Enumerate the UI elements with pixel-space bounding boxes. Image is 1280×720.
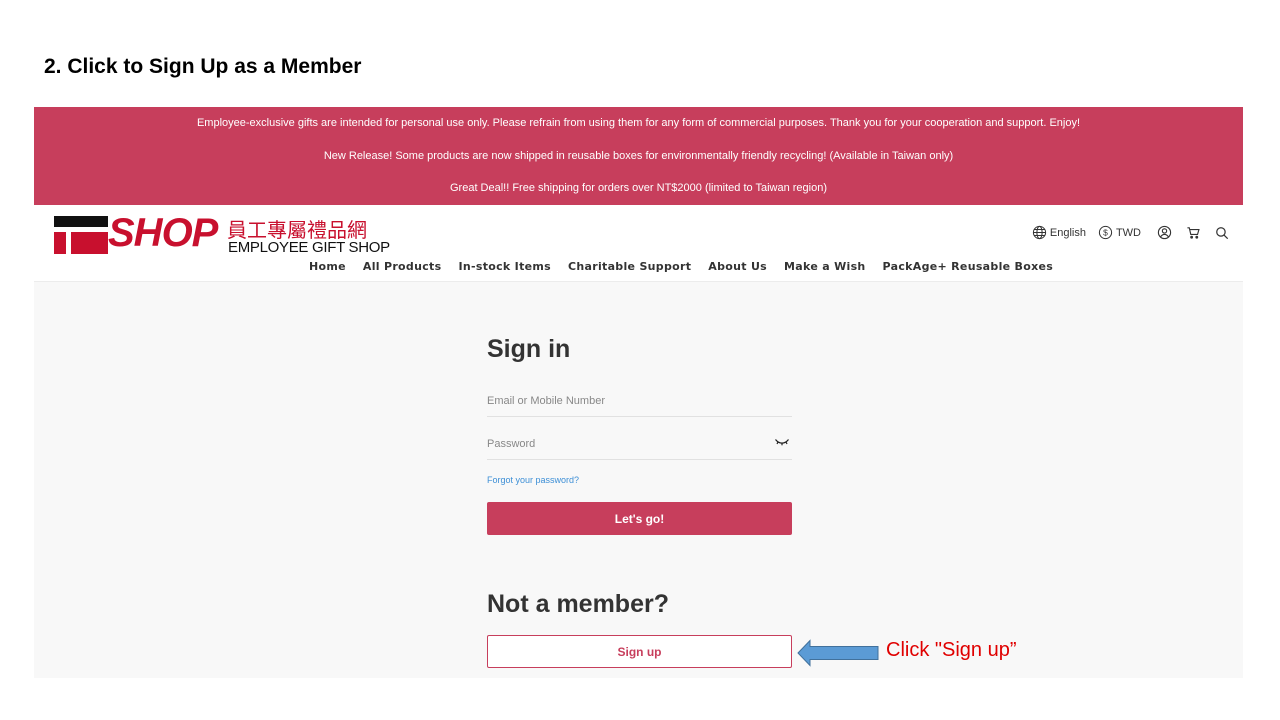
forgot-password-link[interactable]: Forgot your password?: [487, 475, 579, 485]
nav-item-package-reusable-boxes[interactable]: PackAge+ Reusable Boxes: [883, 260, 1054, 273]
language-label: English: [1049, 226, 1086, 239]
logo-shop-text: SHOP: [108, 211, 218, 255]
nav-item-in-stock-items[interactable]: In-stock Items: [458, 260, 551, 273]
main-nav: Home All Products In-stock Items Charita…: [309, 260, 1053, 273]
site-logo[interactable]: SHOP 員工專屬禮品網 EMPLOYEE GIFT SHOP: [54, 211, 390, 259]
user-icon[interactable]: [1157, 225, 1172, 240]
callout-arrow-icon: [797, 639, 879, 667]
not-member-heading: Not a member?: [487, 590, 669, 618]
announcement-line: Great Deal!! Free shipping for orders ov…: [449, 182, 828, 194]
search-icon[interactable]: [1215, 226, 1229, 240]
logo-mark: [54, 216, 108, 256]
nav-item-all-products[interactable]: All Products: [363, 260, 442, 273]
dollar-icon: $: [1098, 225, 1113, 240]
signin-heading: Sign in: [487, 335, 571, 363]
site-header: SHOP 員工專屬禮品網 EMPLOYEE GIFT SHOP English …: [34, 205, 1243, 282]
nav-item-about-us[interactable]: About Us: [708, 260, 767, 273]
logo-english-text: EMPLOYEE GIFT SHOP: [228, 239, 390, 256]
header-utilities: English $ TWD: [1032, 225, 1229, 240]
currency-selector[interactable]: $ TWD: [1098, 225, 1141, 240]
password-field: [487, 431, 792, 460]
language-selector[interactable]: English: [1032, 225, 1086, 240]
email-input[interactable]: [487, 388, 757, 414]
callout-text: Click "Sign up”: [886, 639, 1017, 661]
email-field: [487, 388, 792, 417]
nav-item-make-a-wish[interactable]: Make a Wish: [784, 260, 866, 273]
announcement-line: New Release! Some products are now shipp…: [323, 150, 954, 162]
nav-item-home[interactable]: Home: [309, 260, 346, 273]
globe-icon: [1032, 225, 1046, 240]
signin-submit-button[interactable]: Let's go!: [487, 502, 792, 535]
signup-button[interactable]: Sign up: [487, 635, 792, 668]
announcement-banner: Employee-exclusive gifts are intended fo…: [34, 107, 1243, 205]
cart-icon[interactable]: [1186, 225, 1201, 240]
currency-label: TWD: [1115, 226, 1141, 239]
slide-title: 2. Click to Sign Up as a Member: [44, 55, 362, 78]
eye-closed-icon[interactable]: [774, 437, 790, 447]
announcement-line: Employee-exclusive gifts are intended fo…: [196, 117, 1081, 129]
svg-text:$: $: [1103, 228, 1108, 238]
password-input[interactable]: [487, 431, 757, 457]
nav-item-charitable-support[interactable]: Charitable Support: [568, 260, 691, 273]
browser-screenshot: Employee-exclusive gifts are intended fo…: [34, 107, 1243, 678]
